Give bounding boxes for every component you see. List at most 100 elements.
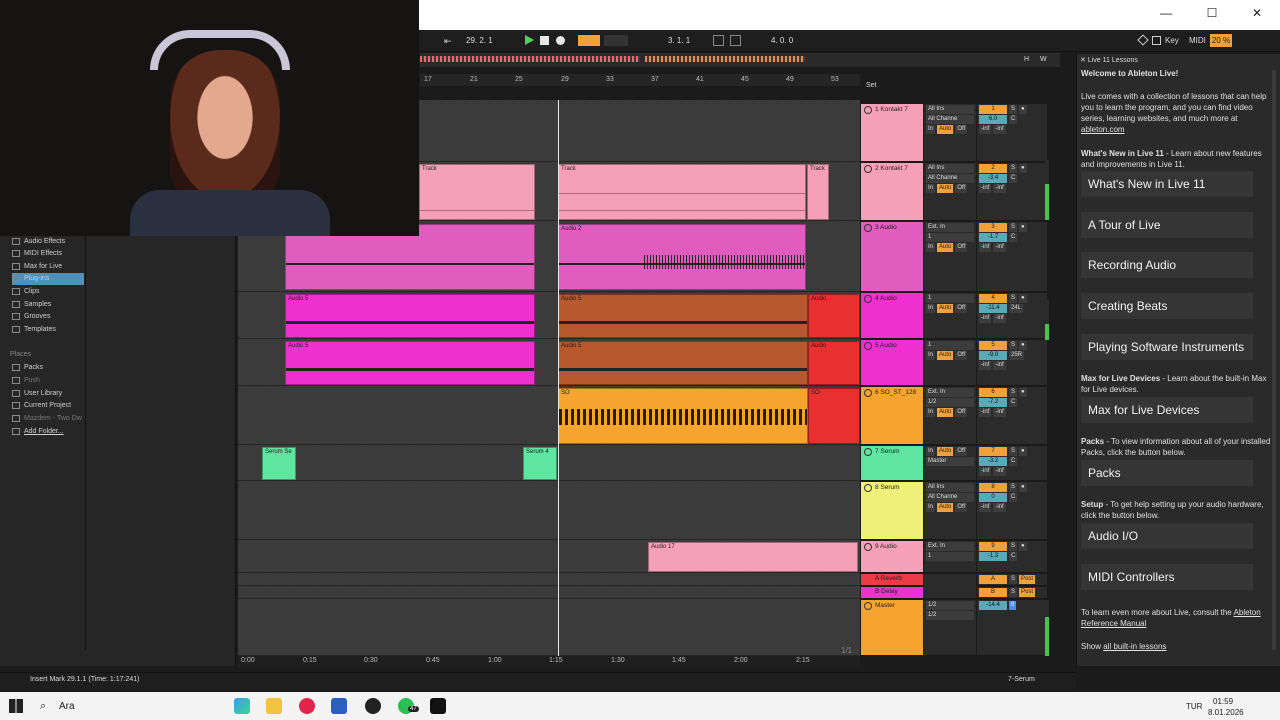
audio-clip[interactable]: Audio 2 bbox=[558, 224, 806, 290]
lesson-button-packs[interactable]: Packs bbox=[1081, 460, 1253, 486]
beat-time-ruler[interactable] bbox=[420, 74, 860, 86]
word-icon[interactable] bbox=[331, 698, 347, 714]
track-activator[interactable]: 1 bbox=[979, 105, 1007, 114]
fold-icon[interactable] bbox=[864, 389, 872, 397]
input-type-select[interactable]: All Ins bbox=[926, 483, 974, 492]
audio-clip[interactable]: Audio 5 bbox=[285, 341, 535, 385]
overdub-button[interactable] bbox=[578, 35, 600, 46]
track-activator[interactable]: 6 bbox=[979, 388, 1007, 397]
send-b[interactable]: -inf bbox=[993, 125, 1006, 134]
monitor-switch[interactable]: In Auto Off bbox=[926, 408, 974, 417]
pan-field[interactable]: C bbox=[1009, 552, 1018, 561]
output-select[interactable]: Master bbox=[926, 457, 974, 466]
send-a[interactable]: -inf bbox=[979, 361, 992, 370]
audio-clip[interactable]: Audio bbox=[808, 294, 860, 338]
track-activator[interactable]: 8 bbox=[979, 483, 1007, 492]
ableton-live-icon[interactable] bbox=[430, 698, 446, 714]
key-map-button[interactable]: Key bbox=[1165, 34, 1181, 47]
pan-field[interactable]: C bbox=[1009, 233, 1018, 242]
midi-clip[interactable]: Serum Se bbox=[262, 447, 296, 480]
midi-clip[interactable]: Track bbox=[419, 164, 535, 220]
input-channel-select[interactable]: 1 bbox=[926, 233, 974, 242]
send-a[interactable]: -inf bbox=[979, 125, 992, 134]
fold-icon[interactable] bbox=[864, 106, 872, 114]
track-activator[interactable]: 9 bbox=[979, 542, 1007, 551]
browser-item[interactable]: Samples bbox=[12, 299, 51, 311]
input-type-select[interactable]: Ext. In bbox=[926, 388, 974, 397]
monitor-switch[interactable]: In Auto Off bbox=[926, 125, 974, 134]
track-activator[interactable]: 5 bbox=[979, 341, 1007, 350]
clock-date[interactable]: 8.01.2026 bbox=[1208, 708, 1244, 717]
volume-field[interactable]: -3.2 bbox=[979, 457, 1007, 466]
track-header[interactable]: 5 Audio bbox=[861, 340, 923, 386]
send-b[interactable]: -inf bbox=[993, 408, 1006, 417]
track-activator[interactable]: 4 bbox=[979, 294, 1007, 303]
places-item[interactable]: Push bbox=[12, 375, 40, 387]
arrangement-overview[interactable] bbox=[420, 53, 1060, 67]
pan-field[interactable]: C bbox=[1009, 457, 1018, 466]
browser-item[interactable]: Max for Live bbox=[12, 261, 62, 273]
send-a[interactable]: -inf bbox=[979, 503, 992, 512]
monitor-switch[interactable]: In Auto Off bbox=[926, 184, 974, 193]
browser-item[interactable]: Clips bbox=[12, 286, 40, 298]
places-item[interactable]: Mazdem - Two Dw bbox=[12, 413, 82, 425]
automation-arm-button[interactable] bbox=[604, 35, 628, 46]
send-b[interactable]: -inf bbox=[993, 184, 1006, 193]
ableton-link[interactable]: ableton.com bbox=[1081, 125, 1125, 134]
master-out-select[interactable]: 1/2 bbox=[926, 611, 974, 620]
h-button[interactable]: H bbox=[1024, 56, 1036, 66]
fold-icon[interactable] bbox=[864, 543, 872, 551]
send-b[interactable]: -inf bbox=[993, 314, 1006, 323]
fold-icon[interactable] bbox=[864, 224, 872, 232]
browser-item[interactable]: MIDI Effects bbox=[12, 248, 62, 260]
places-item[interactable]: Packs bbox=[12, 362, 43, 374]
volume-field[interactable]: 0 bbox=[979, 493, 1007, 502]
fold-icon[interactable] bbox=[864, 602, 872, 610]
monitor-switch[interactable]: In Auto Off bbox=[926, 351, 974, 360]
input-channel-select[interactable]: All Channe bbox=[926, 174, 974, 183]
pan-field[interactable]: 0 bbox=[1009, 601, 1017, 610]
pan-field[interactable]: C bbox=[1009, 398, 1018, 407]
send-b[interactable]: -inf bbox=[993, 503, 1006, 512]
lesson-button-audio-io[interactable]: Audio I/O bbox=[1081, 523, 1253, 549]
places-item[interactable]: User Library bbox=[12, 388, 62, 400]
pan-field[interactable]: 24L bbox=[1009, 304, 1024, 313]
punch-in-icon[interactable] bbox=[730, 35, 741, 46]
close-button[interactable]: ✕ bbox=[1234, 0, 1280, 30]
lesson-button-beats[interactable]: Creating Beats bbox=[1081, 293, 1253, 319]
lesson-button-instruments[interactable]: Playing Software Instruments bbox=[1081, 334, 1253, 360]
fold-icon[interactable] bbox=[864, 484, 872, 492]
add-folder-link[interactable]: Add Folder... bbox=[12, 426, 64, 438]
input-channel-select[interactable]: 1 bbox=[926, 552, 974, 561]
audio-clip[interactable]: SO bbox=[808, 388, 860, 444]
input-type-select[interactable]: All Ins bbox=[926, 105, 974, 114]
track-activator[interactable]: 3 bbox=[979, 223, 1007, 232]
volume-field[interactable]: -3.4 bbox=[979, 174, 1007, 183]
track-header[interactable]: 8 Serum bbox=[861, 482, 923, 540]
send-a[interactable]: -inf bbox=[979, 467, 992, 476]
track-header[interactable]: 1 Kontakt 7 bbox=[861, 104, 923, 162]
send-a[interactable]: -inf bbox=[979, 408, 992, 417]
follow-icon[interactable]: ⇤ bbox=[444, 36, 455, 47]
monitor-switch[interactable]: In Auto Off bbox=[926, 447, 974, 456]
send-a[interactable]: -inf bbox=[979, 314, 992, 323]
maximize-button[interactable]: ☐ bbox=[1189, 0, 1235, 30]
input-channel-select[interactable]: All Channe bbox=[926, 115, 974, 124]
track-header[interactable]: 3 Audio bbox=[861, 222, 923, 292]
pan-field[interactable]: C bbox=[1009, 174, 1018, 183]
send-b[interactable]: -inf bbox=[993, 243, 1006, 252]
return-activator[interactable]: B bbox=[979, 588, 1007, 597]
play-icon[interactable] bbox=[525, 35, 534, 45]
close-icon[interactable]: ✕ bbox=[1080, 57, 1086, 64]
input-channel-select[interactable]: 1 bbox=[926, 341, 974, 350]
language-indicator[interactable]: TUR bbox=[1186, 702, 1202, 711]
audio-clip[interactable]: Audio 5 bbox=[558, 294, 808, 338]
volume-field[interactable]: -11.4 bbox=[979, 304, 1007, 313]
send-b[interactable]: -inf bbox=[993, 467, 1006, 476]
obs-icon[interactable] bbox=[365, 698, 381, 714]
lesson-button-m4l[interactable]: Max for Live Devices bbox=[1081, 397, 1253, 423]
arrangement-position[interactable]: 29. 2. 1 bbox=[466, 34, 514, 47]
set-label[interactable]: Set bbox=[866, 82, 877, 89]
scrollbar[interactable] bbox=[1272, 70, 1276, 650]
volume-field[interactable]: -1.3 bbox=[979, 552, 1007, 561]
